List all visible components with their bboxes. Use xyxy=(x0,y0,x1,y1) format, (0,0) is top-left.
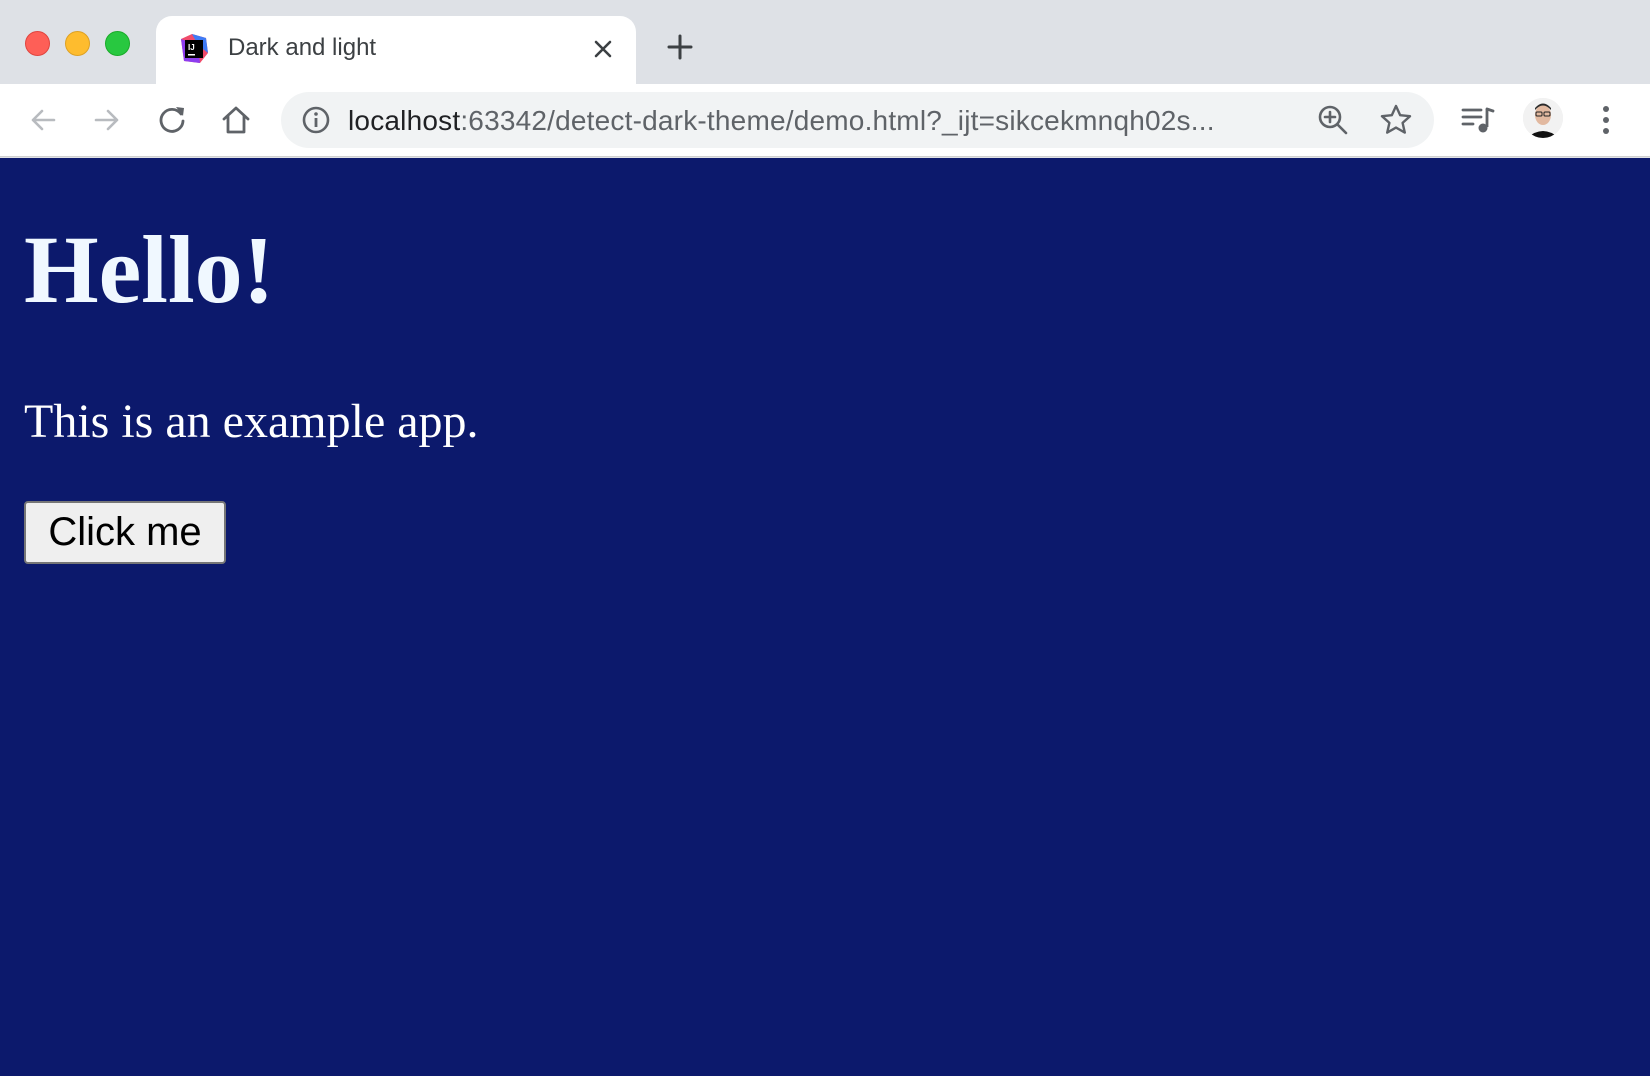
jetbrains-ij-icon: IJ xyxy=(181,34,208,63)
url-text[interactable]: localhost:63342/detect-dark-theme/demo.h… xyxy=(348,105,1215,137)
tab-strip: IJ Dark and light xyxy=(0,0,1650,84)
minimize-window-button[interactable] xyxy=(65,31,90,56)
svg-text:IJ: IJ xyxy=(188,43,195,52)
page-viewport: Hello! This is an example app. Click me xyxy=(0,158,1650,1076)
forward-button[interactable] xyxy=(85,98,129,142)
address-bar[interactable]: localhost:63342/detect-dark-theme/demo.h… xyxy=(281,92,1434,148)
tab-active[interactable]: IJ Dark and light xyxy=(156,16,636,84)
page-description: This is an example app. xyxy=(24,395,479,448)
browser-window: IJ Dark and light localhost:63342/detect… xyxy=(0,0,1650,1076)
profile-avatar-icon xyxy=(1523,98,1563,138)
tab-close-icon[interactable] xyxy=(588,34,618,64)
close-window-button[interactable] xyxy=(25,31,50,56)
forward-arrow-icon xyxy=(94,109,119,131)
back-arrow-icon xyxy=(31,109,56,131)
url-path: :63342/detect-dark-theme/demo.html?_ijt=… xyxy=(460,105,1215,136)
more-menu-button[interactable] xyxy=(1584,98,1628,142)
click-me-button[interactable]: Click me xyxy=(24,501,226,564)
browser-toolbar: localhost:63342/detect-dark-theme/demo.h… xyxy=(0,84,1650,157)
url-host: localhost xyxy=(348,105,461,136)
info-icon[interactable] xyxy=(301,105,331,135)
reload-icon xyxy=(159,107,185,133)
page-heading: Hello! xyxy=(24,216,275,323)
plus-icon xyxy=(667,34,693,60)
media-queue-button[interactable] xyxy=(1456,98,1500,142)
maximize-window-button[interactable] xyxy=(105,31,130,56)
back-button[interactable] xyxy=(21,98,65,142)
new-tab-button[interactable] xyxy=(663,30,697,64)
zoom-icon[interactable] xyxy=(1317,104,1349,136)
media-queue-icon xyxy=(1461,107,1495,133)
reload-button[interactable] xyxy=(150,98,194,142)
home-button[interactable] xyxy=(214,98,258,142)
home-icon xyxy=(222,106,250,134)
avatar[interactable] xyxy=(1523,98,1563,138)
more-menu-icon xyxy=(1603,106,1609,134)
star-icon[interactable] xyxy=(1379,103,1413,137)
tab-title: Dark and light xyxy=(228,34,377,61)
